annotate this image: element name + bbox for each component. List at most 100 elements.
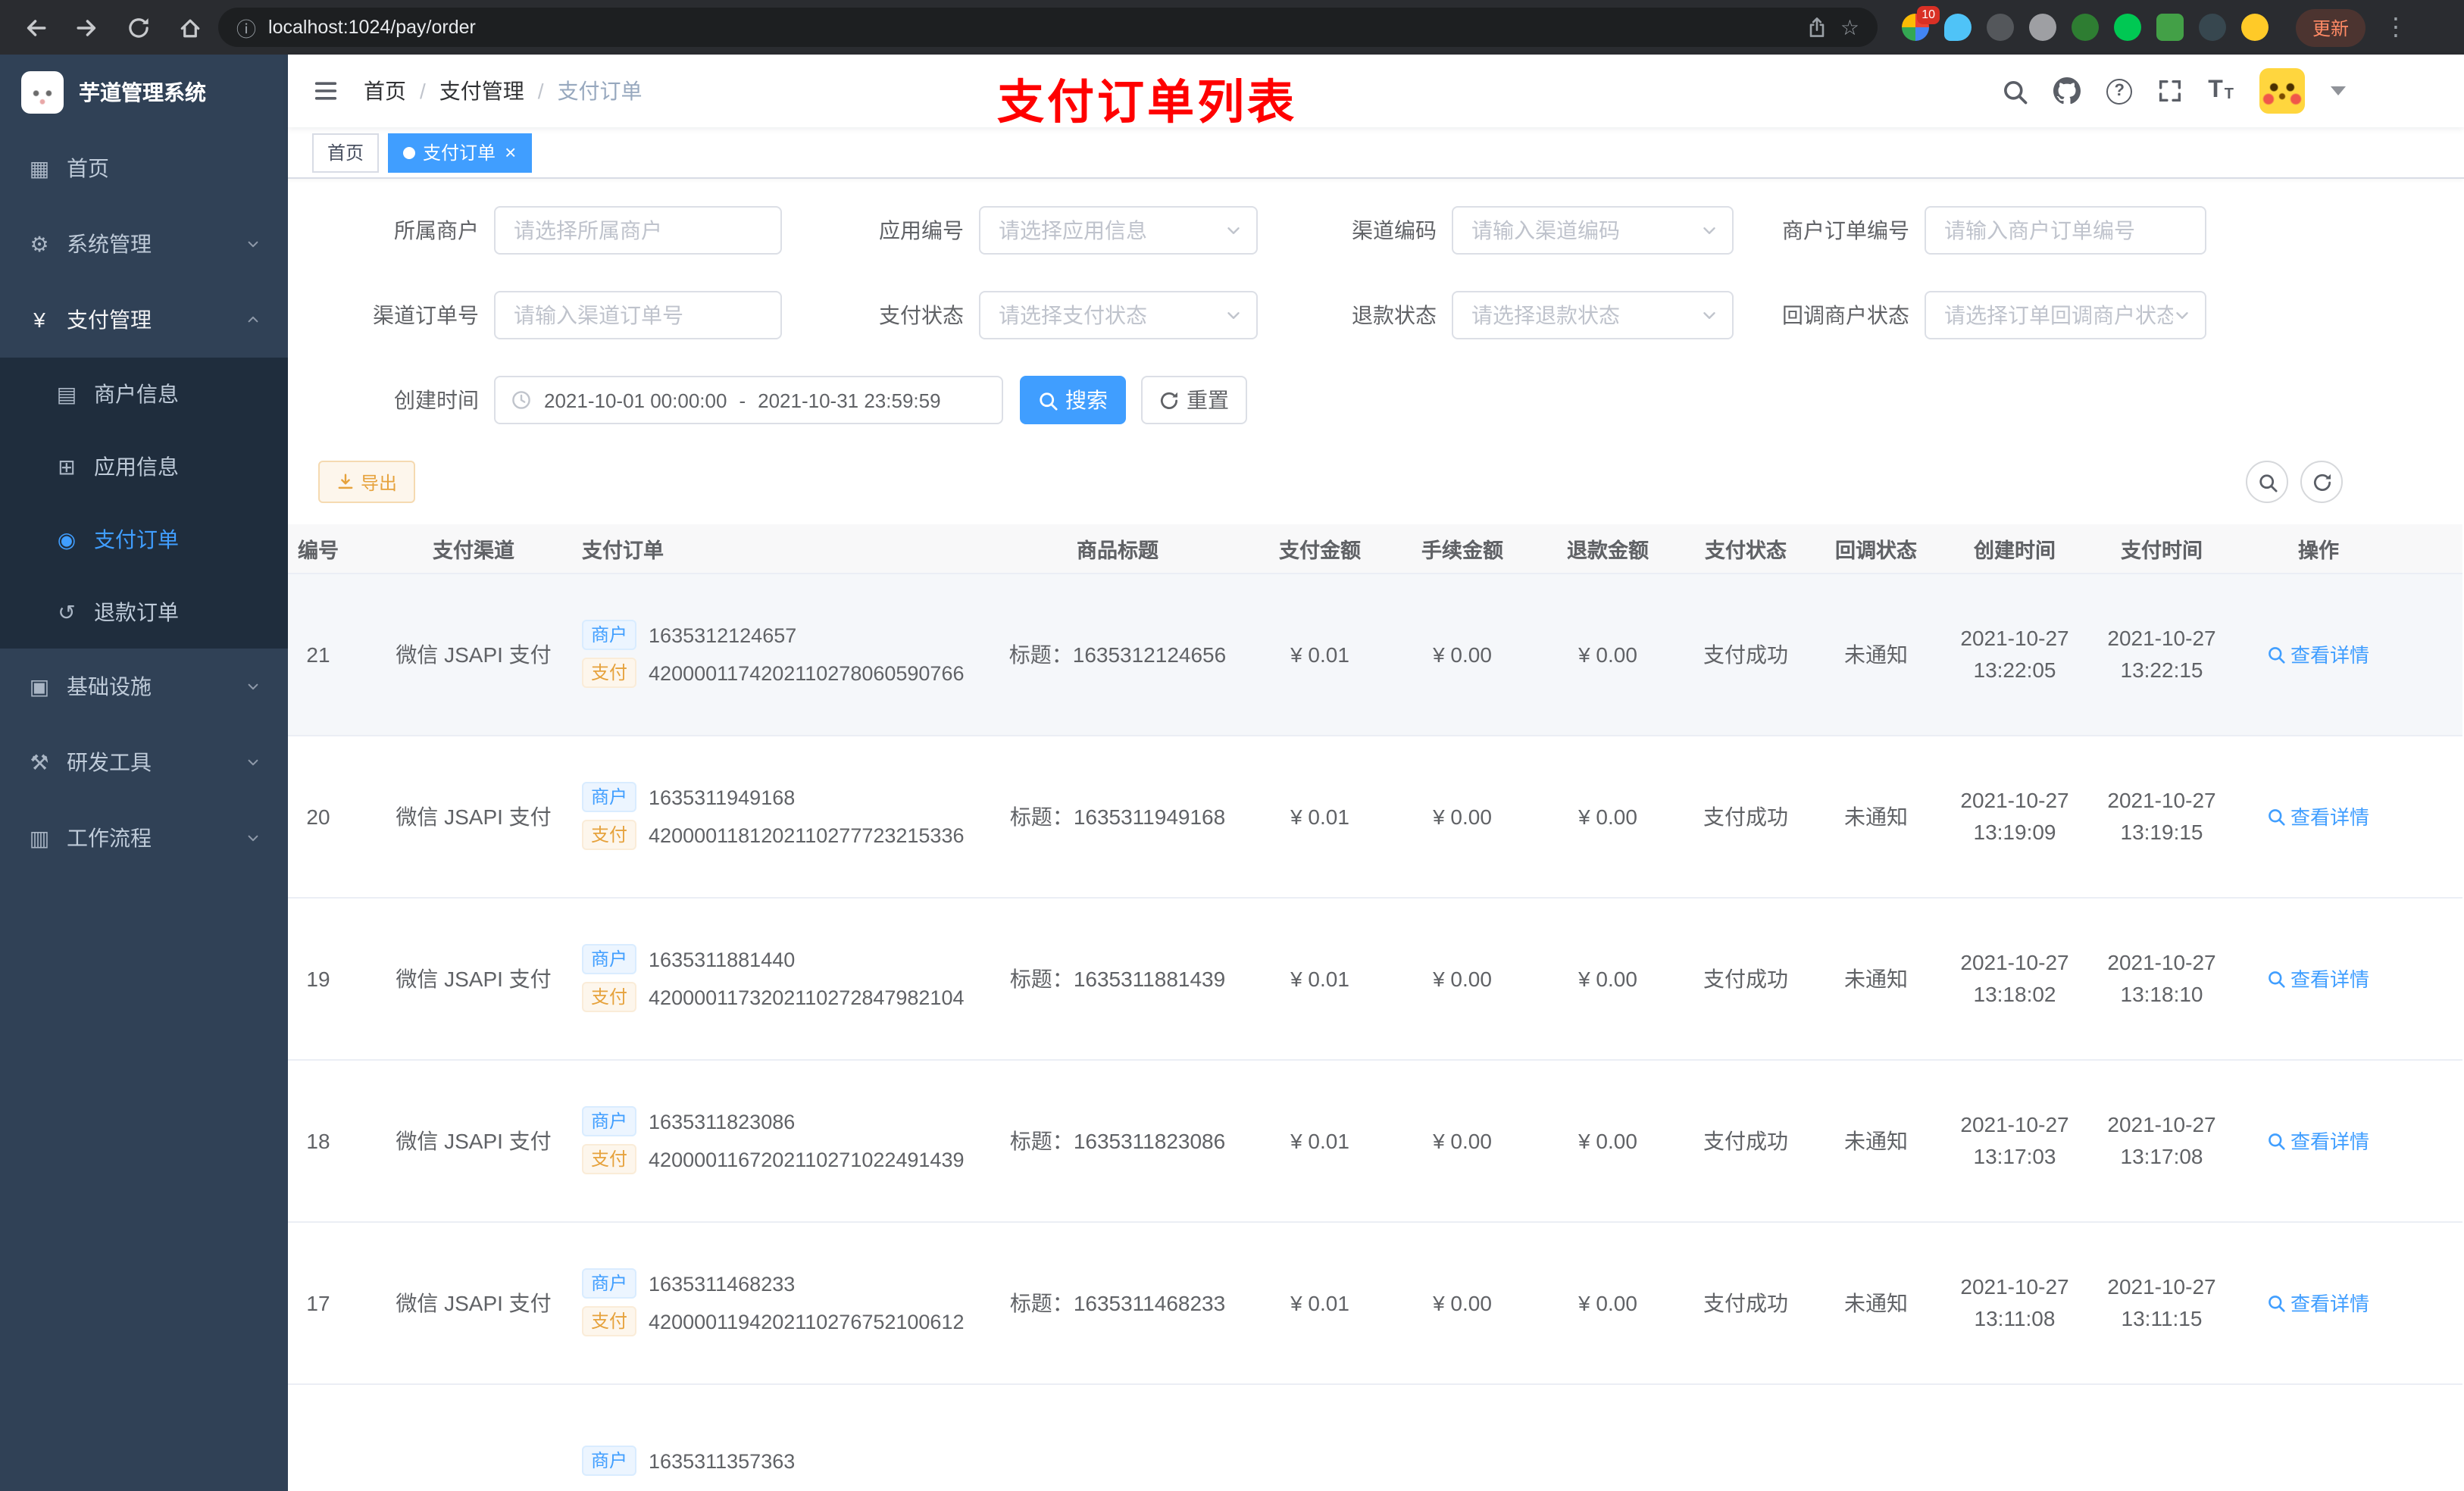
view-detail-link[interactable]: 查看详情 — [2268, 802, 2369, 830]
channel-order-no-input[interactable] — [494, 291, 782, 339]
cell-spacer — [2402, 573, 2462, 736]
cell-channel: 微信 JSAPI 支付 — [386, 1059, 561, 1222]
col-header-id: 编号 — [288, 524, 386, 574]
active-tab-dot — [403, 146, 416, 158]
merchant-tag: 商户 — [582, 620, 637, 650]
cell-created: 2021-10-27 13:11:08 — [1941, 1221, 2088, 1384]
breadcrumb: 首页 / 支付管理 / 支付订单 — [364, 76, 643, 106]
sidebar-item-payment[interactable]: ¥ 支付管理 — [0, 282, 288, 358]
sidebar-item-merchant-info[interactable]: ▤ 商户信息 — [0, 358, 288, 430]
export-button[interactable]: 导出 — [318, 461, 416, 503]
extension-icon[interactable] — [2114, 14, 2141, 41]
paid-time: 13:11:15 — [2121, 1305, 2203, 1330]
sidebar-item-refund-order[interactable]: ↺ 退款订单 — [0, 576, 288, 649]
refund-status-select[interactable]: 请选择退款状态 — [1452, 291, 1734, 339]
cell-title — [985, 1383, 1250, 1491]
refund-amount: ¥ 0.00 — [1578, 804, 1637, 828]
view-detail-link[interactable]: 查看详情 — [2268, 964, 2369, 992]
refresh-table-button[interactable] — [2300, 461, 2343, 503]
order-id: 18 — [306, 1128, 330, 1152]
browser-reload-icon[interactable] — [115, 6, 161, 48]
view-detail-link[interactable]: 查看详情 — [2268, 1126, 2369, 1155]
extension-icon[interactable] — [2029, 14, 2056, 41]
extension-icon[interactable] — [2072, 14, 2099, 41]
merchant-input[interactable] — [494, 206, 782, 255]
help-icon[interactable]: ? — [2106, 78, 2133, 104]
created-time: 13:19:09 — [1973, 819, 2056, 843]
close-tab-icon[interactable]: × — [505, 142, 516, 162]
sidebar-item-infra[interactable]: ▣ 基础设施 — [0, 649, 288, 724]
pay-tag: 支付 — [582, 1144, 637, 1174]
merchant-order-no-input[interactable] — [1925, 206, 2206, 255]
sidebar-item-home[interactable]: ▦ 首页 — [0, 130, 288, 206]
paid-date: 2021-10-27 — [2107, 949, 2216, 974]
table-row: 18 微信 JSAPI 支付 商户 1635311823086 支付 42000… — [288, 1059, 2462, 1222]
table-header-row: 编号 支付渠道 支付订单 商品标题 支付金额 手续金额 退款金额 支付状态 回调… — [288, 524, 2462, 574]
extension-icon[interactable] — [2241, 14, 2269, 41]
sidebar-toggle-icon[interactable] — [312, 77, 339, 105]
avatar[interactable] — [2259, 68, 2305, 114]
font-size-large: T — [2208, 77, 2223, 103]
extension-icon[interactable] — [1987, 14, 2014, 41]
navbar-actions: ? TT — [2002, 68, 2440, 114]
sidebar-item-system[interactable]: ⚙ 系统管理 — [0, 206, 288, 282]
tool-icon: ⚒ — [30, 749, 49, 774]
browser-home-icon[interactable] — [167, 6, 212, 48]
site-info-icon[interactable]: ⓘ — [236, 13, 256, 42]
extension-icon[interactable]: 10 — [1902, 6, 1940, 41]
table-row: 19 微信 JSAPI 支付 商户 1635311881440 支付 42000… — [288, 897, 2462, 1060]
view-detail-link[interactable]: 查看详情 — [2268, 639, 2369, 668]
font-size-icon[interactable]: TT — [2208, 77, 2234, 103]
sidebar-item-devtools[interactable]: ⚒ 研发工具 — [0, 724, 288, 800]
browser-chrome: ⓘ localhost:1024/pay/order ☆ 10 更新 ⋮ — [0, 0, 2464, 55]
share-icon[interactable] — [1807, 17, 1828, 38]
extension-icon[interactable] — [1944, 14, 1972, 41]
merchant-tag: 商户 — [582, 1446, 637, 1476]
search-icon[interactable] — [2002, 78, 2028, 104]
extension-icon[interactable] — [2156, 14, 2184, 41]
notify-status: 未通知 — [1844, 642, 1908, 666]
col-header-paid: 支付时间 — [2088, 524, 2235, 574]
cell-created: 2021-10-27 13:17:03 — [1941, 1059, 2088, 1222]
bookmark-star-icon[interactable]: ☆ — [1840, 14, 1859, 40]
pay-order-line: 支付 4200001194202110276752100612 — [582, 1306, 980, 1336]
breadcrumb-home[interactable]: 首页 — [364, 76, 406, 106]
tab-home[interactable]: 首页 — [312, 133, 380, 172]
reset-button[interactable]: 重置 — [1141, 376, 1247, 424]
notify-status-select[interactable]: 请选择订单回调商户状态 — [1925, 291, 2206, 339]
cell-amount: ¥ 0.01 — [1250, 1221, 1390, 1384]
browser-update-button[interactable]: 更新 — [2296, 8, 2366, 46]
avatar-caret-icon[interactable] — [2331, 86, 2346, 95]
browser-back-icon[interactable] — [12, 6, 58, 48]
cell-amount: ¥ 0.01 — [1250, 1059, 1390, 1222]
pay-status: 支付成功 — [1703, 804, 1788, 828]
pay-status-select[interactable]: 请选择支付状态 — [979, 291, 1258, 339]
chevron-down-icon — [2173, 306, 2191, 324]
cell-notify: 未通知 — [1811, 735, 1941, 898]
breadcrumb-payment[interactable]: 支付管理 — [439, 76, 524, 106]
sidebar-item-app-info[interactable]: ⊞ 应用信息 — [0, 430, 288, 503]
pay-order-line: 支付 4200001173202110272847982104 — [582, 982, 980, 1012]
cell-title: 标题：1635311468233 — [985, 1221, 1250, 1384]
address-bar[interactable]: ⓘ localhost:1024/pay/order ☆ — [218, 8, 1878, 47]
fullscreen-icon[interactable] — [2158, 79, 2182, 103]
channel-code-select[interactable]: 请输入渠道编码 — [1452, 206, 1734, 255]
browser-menu-icon[interactable]: ⋮ — [2384, 12, 2408, 42]
cell-id: 17 — [288, 1221, 386, 1384]
tab-pay-order[interactable]: 支付订单 × — [388, 133, 532, 172]
sidebar-item-pay-order[interactable]: ◉ 支付订单 — [0, 503, 288, 576]
app-select[interactable]: 请选择应用信息 — [979, 206, 1258, 255]
cell-id: 20 — [288, 735, 386, 898]
browser-forward-icon[interactable] — [64, 6, 109, 48]
date-range-picker[interactable]: 2021-10-01 00:00:00 - 2021-10-31 23:59:5… — [494, 376, 1003, 424]
toggle-search-button[interactable] — [2246, 461, 2288, 503]
view-detail-link[interactable]: 查看详情 — [2268, 1288, 2369, 1317]
sidebar-item-workflow[interactable]: ▥ 工作流程 — [0, 800, 288, 876]
pay-order-line: 支付 4200001167202110271022491439 — [582, 1144, 980, 1174]
search-button[interactable]: 搜索 — [1020, 376, 1126, 424]
github-icon[interactable] — [2053, 77, 2081, 105]
extension-icon[interactable] — [2199, 14, 2226, 41]
gear-icon: ⚙ — [30, 231, 49, 255]
created-time: 13:17:03 — [1973, 1143, 2056, 1167]
pay-amount: ¥ 0.01 — [1290, 804, 1349, 828]
